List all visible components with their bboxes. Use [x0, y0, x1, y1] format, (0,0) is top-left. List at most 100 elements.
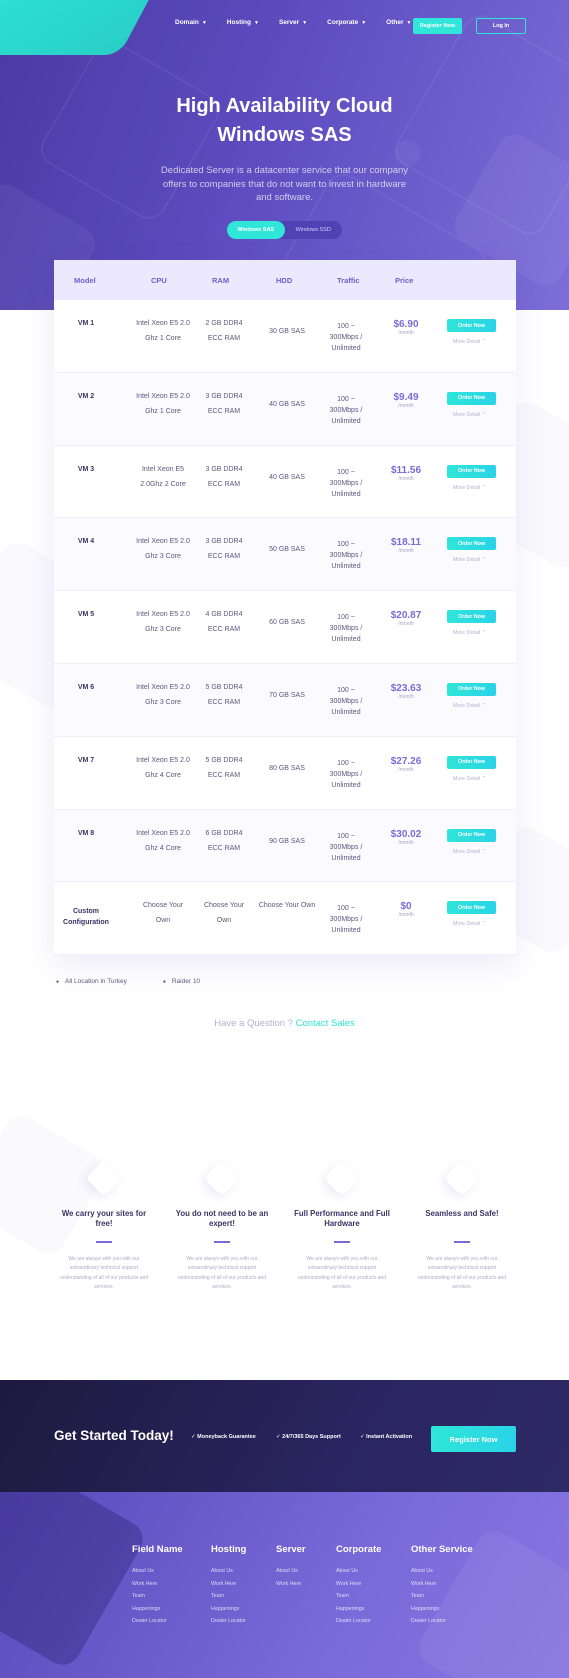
cell-line: 300Mbps / [329, 552, 363, 560]
footer-link[interactable]: Happenings [132, 1603, 183, 1616]
table-row: VM 8 Intel Xeon E5 2.0 Ghz 4 Core 6 GB DDR4… [54, 809, 516, 883]
order-now-button[interactable]: Order Now [447, 610, 496, 624]
more-detail-label: More Detail [453, 484, 481, 491]
footer-link[interactable]: Work Here [211, 1578, 246, 1591]
more-detail-link[interactable]: More Detail ⌃ [453, 339, 486, 345]
cell-line: 100 ~ [337, 323, 355, 330]
order-now-button[interactable]: Order Now [447, 464, 496, 478]
footer-link[interactable]: Work Here [276, 1578, 306, 1591]
cell-line: 100 ~ [337, 759, 355, 767]
more-detail-link[interactable]: More Detail ⌃ [453, 703, 486, 709]
cell-model: VM 6 [77, 683, 95, 691]
nav-hosting[interactable]: Hosting ▼ [227, 19, 259, 26]
footer-link[interactable]: Dealer Locator [132, 1615, 183, 1628]
footer-link[interactable]: About Us [336, 1565, 381, 1578]
toggle-windows-sas[interactable]: Windows SAS [227, 221, 285, 239]
footer-column-title: Server [276, 1544, 306, 1555]
cell-hdd: Choose Your Own [258, 902, 316, 910]
nav-other[interactable]: Other ▼ [386, 19, 411, 26]
cell-hdd: 50 GB SAS [269, 546, 305, 554]
toggle-windows-ssd[interactable]: Windows SSD [285, 221, 343, 239]
footer-link[interactable]: Team [411, 1590, 473, 1603]
register-button[interactable]: Register Now [413, 18, 462, 34]
more-detail-label: More Detail [453, 339, 481, 345]
footer-link[interactable]: Happenings [336, 1603, 381, 1616]
footer-link[interactable]: Work Here [336, 1578, 381, 1591]
footer-link[interactable]: Dealer Locator [411, 1615, 473, 1628]
order-now-button[interactable]: Order Now [447, 319, 496, 332]
nav-label: Hosting [226, 19, 251, 26]
feature-title: Full Performance and Full Hardware [294, 1209, 390, 1228]
cta-register-button[interactable]: Register Now [431, 1426, 516, 1452]
footer-link[interactable]: Dealer Locator [336, 1615, 381, 1628]
cell-line: 300Mbps / [329, 843, 363, 851]
footer-link[interactable]: Work Here [411, 1578, 473, 1591]
hexagon-icon [443, 1159, 481, 1197]
order-now-button[interactable]: Order Now [447, 901, 496, 915]
feature-divider [334, 1241, 350, 1243]
footer-link[interactable]: Happenings [411, 1603, 473, 1616]
more-detail-link[interactable]: More Detail ⌃ [453, 921, 486, 927]
footer-link[interactable]: Team [211, 1590, 246, 1603]
nav-label: Other [386, 19, 404, 26]
nav-label: Server [278, 19, 300, 26]
chevron-up-icon: ⌃ [480, 339, 487, 345]
footer-link[interactable]: About Us [276, 1565, 306, 1578]
nav-server[interactable]: Server ▼ [279, 19, 307, 26]
footer-link[interactable]: Happenings [211, 1603, 246, 1616]
cell-line: Unlimited [331, 563, 361, 571]
cell-price: $9.49/month [376, 392, 436, 409]
footer-link[interactable]: Work Here [132, 1578, 183, 1591]
cell-traffic: 100 ~ 300Mbps / Unlimited [316, 467, 376, 500]
chevron-up-icon: ⌃ [480, 630, 487, 637]
nav-corporate[interactable]: Corporate ▼ [327, 19, 366, 26]
footer-link[interactable]: Team [132, 1590, 183, 1603]
col-model: Model [74, 275, 96, 285]
cell-hdd: 60 GB SAS [269, 619, 305, 627]
login-button[interactable]: Log In [476, 18, 526, 34]
table-row: VM 1 Intel Xeon E5 2.0 Ghz 1 Core 2 GB DDR4… [54, 300, 516, 373]
more-detail-link[interactable]: More Detail ⌃ [453, 630, 486, 636]
footer-link[interactable]: About Us [132, 1565, 183, 1578]
cell-traffic: 100 ~ 300Mbps / Unlimited [316, 612, 376, 645]
more-detail-link[interactable]: More Detail ⌃ [453, 485, 486, 491]
bullet-item: Raider 10 [163, 978, 200, 985]
more-detail-link[interactable]: More Detail ⌃ [453, 849, 486, 855]
nav-label: Domain [175, 19, 199, 26]
footer-link[interactable]: About Us [411, 1565, 473, 1578]
cell-traffic: 100 ~ 300Mbps / Unlimited [316, 903, 376, 936]
cell-line: ECC RAM [207, 335, 241, 342]
footer-link[interactable]: About Us [211, 1565, 246, 1578]
price-value: $9.49 [393, 391, 419, 403]
footer-link[interactable]: Dealer Locator [211, 1615, 246, 1628]
cell-line: 100 ~ [337, 832, 355, 840]
more-detail-link[interactable]: More Detail ⌃ [453, 776, 486, 782]
cell-line: Unlimited [331, 854, 361, 862]
footer-column: Other Service About Us Work Here Team Happen… [411, 1544, 473, 1628]
order-now-button[interactable]: Order Now [447, 682, 496, 696]
cell-line: Unlimited [331, 636, 361, 644]
footer-link[interactable]: Team [336, 1590, 381, 1603]
more-detail-link[interactable]: More Detail ⌃ [453, 412, 486, 418]
cell-line: ECC RAM [207, 844, 241, 852]
nav-domain[interactable]: Domain ▼ [175, 19, 207, 26]
col-cpu: CPU [151, 275, 167, 285]
check-label: Moneyback Guarantee [197, 1434, 256, 1440]
per-month-label: /month [398, 621, 414, 628]
plan-toggle: Windows SAS Windows SSD [227, 221, 342, 239]
order-now-button[interactable]: Order Now [447, 391, 496, 405]
order-now-button[interactable]: Order Now [447, 828, 496, 842]
more-detail-label: More Detail [453, 411, 481, 418]
footer-column: Server About Us Work Here [276, 1544, 306, 1590]
order-now-button[interactable]: Order Now [447, 537, 496, 551]
cell-line: 100 ~ [337, 395, 355, 403]
chevron-up-icon: ⌃ [480, 702, 487, 709]
order-now-button[interactable]: Order Now [447, 755, 496, 769]
price-value: $27.26 [390, 755, 422, 767]
table-row: VM 2 Intel Xeon E5 2.0 Ghz 1 Core 3 GB DDR4… [54, 372, 516, 446]
per-month-label: /month [398, 548, 414, 555]
contact-sales-link[interactable]: Contact Sales [296, 1018, 355, 1029]
cell-line: 3 GB DDR4 [205, 392, 243, 400]
cell-line: 4 GB DDR4 [205, 611, 243, 619]
more-detail-link[interactable]: More Detail ⌃ [453, 557, 486, 563]
